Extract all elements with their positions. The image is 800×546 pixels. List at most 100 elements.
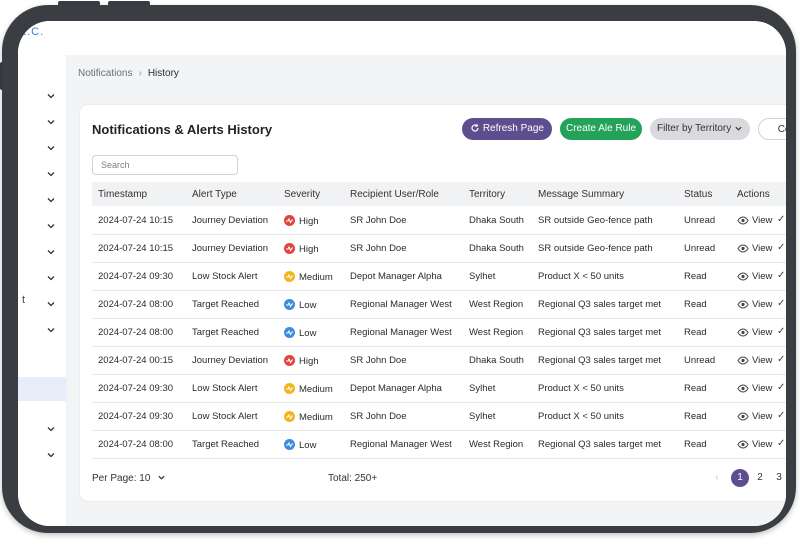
check-icon[interactable]: ✓ [777, 354, 785, 365]
search-input[interactable] [92, 155, 238, 175]
recipient-cell: Regional Manager West [350, 299, 452, 310]
column-header[interactable]: Status [684, 189, 712, 200]
view-label: View [752, 327, 773, 338]
check-icon[interactable]: ✓ [777, 410, 785, 421]
column-header[interactable]: Message Summary [538, 189, 624, 200]
top-bar: L.C. [18, 21, 786, 56]
sidebar-item[interactable] [18, 163, 66, 181]
column-header[interactable]: Recipient User/Role [350, 189, 439, 200]
recipient-cell: SR John Doe [350, 215, 407, 226]
breadcrumb-parent[interactable]: Notifications [78, 68, 132, 79]
page-button-1[interactable]: 1 [731, 469, 749, 487]
view-button[interactable]: View [737, 299, 772, 310]
sidebar-item[interactable] [18, 215, 66, 233]
severity-label: High [299, 356, 319, 367]
sidebar-item[interactable] [18, 418, 66, 436]
per-page-select[interactable]: Per Page: 10 [92, 473, 166, 484]
alert-type-cell: Target Reached [192, 327, 260, 338]
sidebar: t [18, 55, 67, 526]
column-header[interactable]: Actions [737, 189, 770, 200]
view-button[interactable]: View [737, 355, 772, 366]
status-cell: Unread [684, 355, 716, 366]
column-header[interactable]: Severity [284, 189, 320, 200]
column-header[interactable]: Territory [469, 189, 505, 200]
filter-territory-button[interactable]: Filter by Territory [650, 118, 750, 140]
recipient-cell: SR John Doe [350, 243, 407, 254]
check-icon[interactable]: ✓ [777, 438, 785, 449]
sidebar-item[interactable] [18, 319, 66, 337]
recipient-cell: Regional Manager West [350, 439, 452, 450]
view-label: View [752, 355, 773, 366]
view-label: View [752, 383, 773, 394]
status-cell: Read [684, 271, 707, 282]
refresh-button-label: Refresh Page [482, 123, 544, 134]
check-icon[interactable]: ✓ [777, 242, 785, 253]
create-alert-rule-button[interactable]: Create Ale Rule [560, 118, 642, 140]
sidebar-item[interactable] [18, 189, 66, 207]
view-button[interactable]: View [737, 383, 772, 394]
view-button[interactable]: View [737, 411, 772, 422]
view-label: View [752, 243, 773, 254]
sidebar-item[interactable] [18, 137, 66, 155]
page-button-2[interactable]: 2 [751, 469, 769, 487]
sidebar-item[interactable] [18, 267, 66, 285]
breadcrumb: Notifications › History [78, 68, 179, 79]
check-icon[interactable]: ✓ [777, 270, 785, 281]
alert-type-cell: Target Reached [192, 299, 260, 310]
table-row: 2024-07-24 08:00 Target Reached Low Regiona… [92, 318, 786, 347]
per-page-value: 10 [139, 473, 151, 484]
status-cell: Unread [684, 243, 716, 254]
recipient-cell: Depot Manager Alpha [350, 271, 442, 282]
chevron-down-icon [46, 270, 56, 281]
view-label: View [752, 299, 773, 310]
check-icon[interactable]: ✓ [777, 326, 785, 337]
eye-icon [737, 300, 749, 309]
timestamp-cell: 2024-07-24 09:30 [98, 271, 174, 282]
sidebar-item[interactable]: t [18, 293, 66, 311]
message-cell: Regional Q3 sales target met [538, 355, 662, 366]
check-icon[interactable]: ✓ [777, 214, 785, 225]
severity-medium-icon [284, 383, 295, 394]
chevron-down-icon [158, 475, 165, 480]
message-cell: Product X < 50 units [538, 271, 624, 282]
columns-button[interactable]: Colu [758, 118, 786, 140]
view-button[interactable]: View [737, 327, 772, 338]
view-button[interactable]: View [737, 439, 772, 450]
view-button[interactable]: View [737, 243, 772, 254]
prev-page-button[interactable]: ‹ [708, 469, 726, 487]
severity-label: Medium [299, 384, 333, 395]
recipient-cell: Depot Manager Alpha [350, 383, 442, 394]
severity-medium-icon [284, 271, 295, 282]
page-button-3[interactable]: 3 [770, 469, 786, 487]
alert-type-cell: Journey Deviation [192, 215, 269, 226]
severity-label: Low [299, 328, 317, 339]
sidebar-item[interactable] [18, 444, 66, 462]
check-icon[interactable]: ✓ [777, 382, 785, 393]
territory-cell: West Region [469, 327, 524, 338]
severity-cell: Medium [284, 411, 333, 423]
refresh-button[interactable]: Refresh Page [462, 118, 552, 140]
view-label: View [752, 411, 773, 422]
column-header[interactable]: Alert Type [192, 189, 237, 200]
sidebar-item[interactable] [18, 85, 66, 103]
severity-label: Low [299, 440, 317, 451]
main-content: Notifications › History Notifications & Al… [67, 55, 786, 526]
view-button[interactable]: View [737, 271, 772, 282]
column-header[interactable]: Timestamp [98, 189, 147, 200]
view-button[interactable]: View [737, 215, 772, 226]
message-cell: SR outside Geo-fence path [538, 215, 653, 226]
filter-territory-label: Filter by Territory [656, 123, 732, 134]
table-row: 2024-07-24 09:30 Low Stock Alert Medium Dep… [92, 262, 786, 291]
severity-cell: Low [284, 299, 316, 311]
severity-high-icon [284, 243, 295, 254]
sidebar-item-active[interactable] [18, 377, 66, 401]
tablet-bezel: L.C. t Notifications › History Notificatio… [2, 5, 796, 533]
status-cell: Read [684, 383, 707, 394]
recipient-cell: SR John Doe [350, 411, 407, 422]
check-icon[interactable]: ✓ [777, 298, 785, 309]
sidebar-item[interactable] [18, 111, 66, 129]
timestamp-cell: 2024-07-24 09:30 [98, 411, 174, 422]
tablet-screen: L.C. t Notifications › History Notificatio… [18, 21, 786, 526]
sidebar-item[interactable] [18, 241, 66, 259]
table-row: 2024-07-24 10:15 Journey Deviation High SR … [92, 234, 786, 263]
